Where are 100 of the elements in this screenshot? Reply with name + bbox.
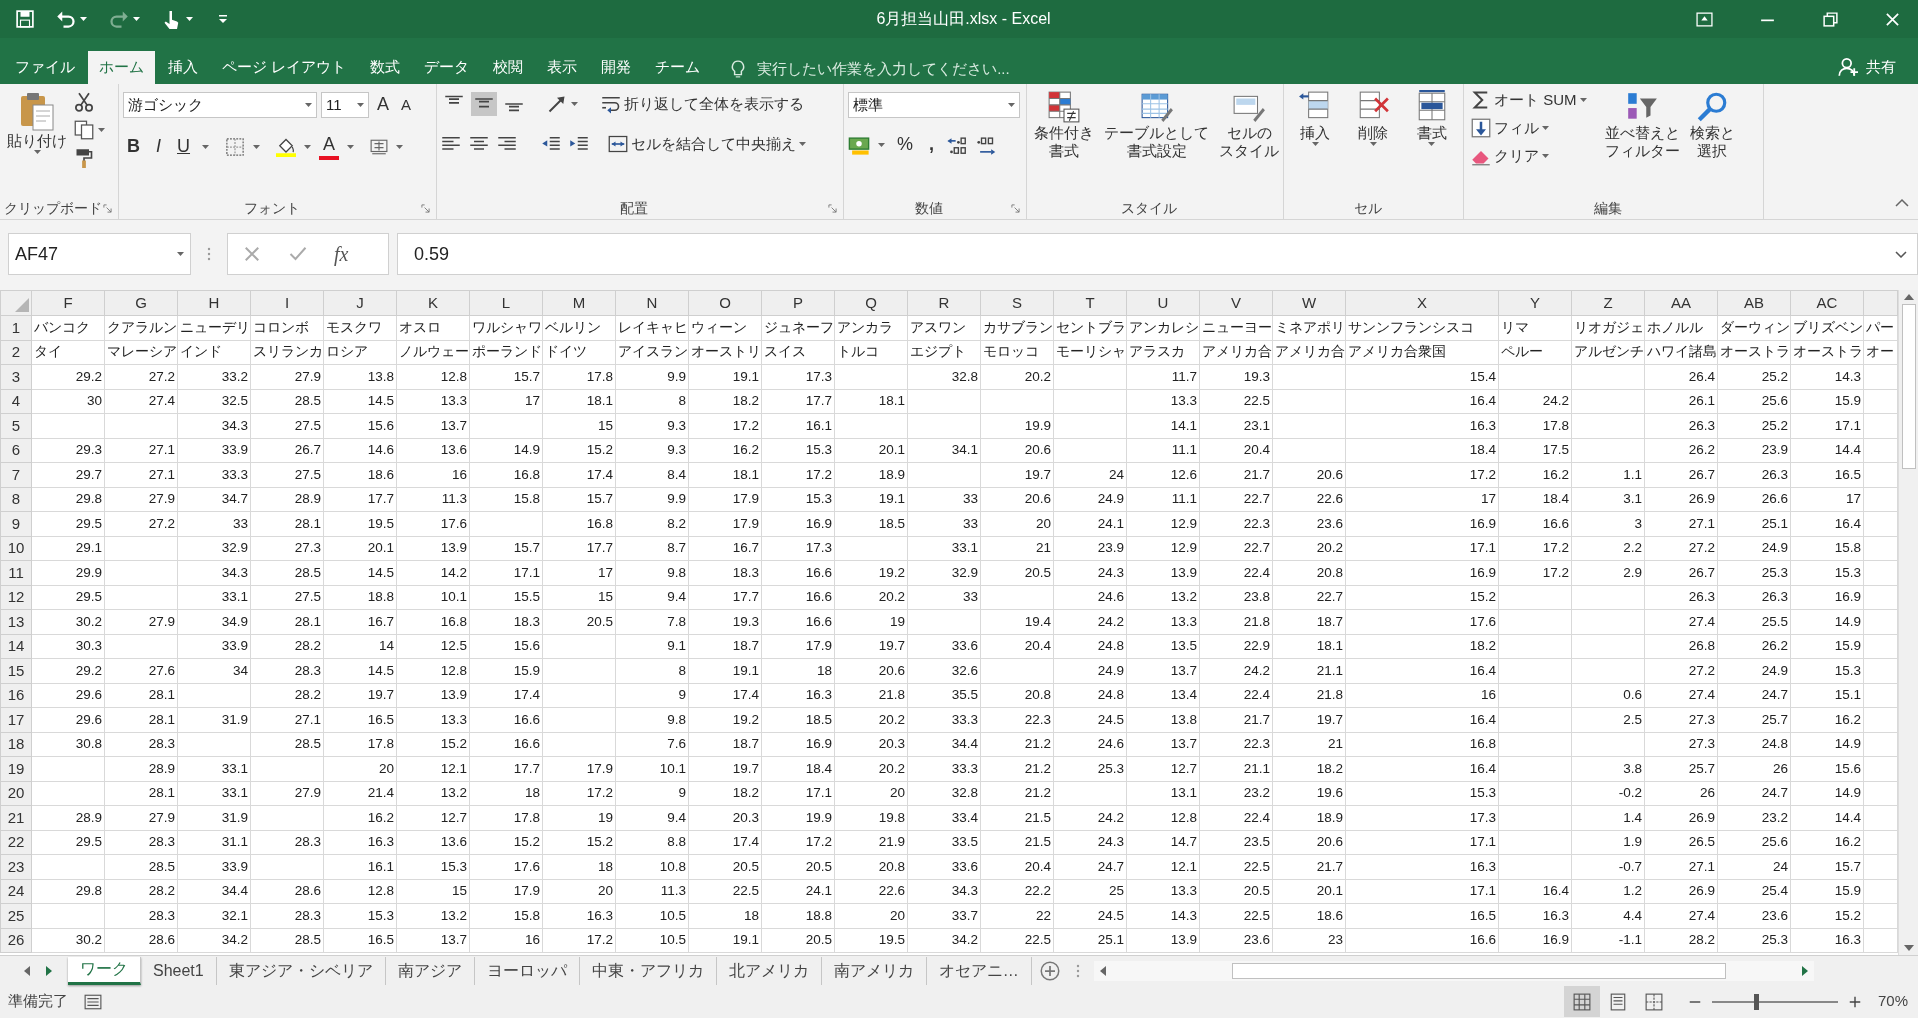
person-icon[interactable] xyxy=(1838,57,1858,78)
column-header[interactable]: G xyxy=(104,290,178,316)
column-header[interactable]: M xyxy=(542,290,616,316)
column-header[interactable]: S xyxy=(980,290,1054,316)
scrollbar-thumb[interactable] xyxy=(1901,304,1916,469)
column-header[interactable]: Q xyxy=(834,290,908,316)
ribbon-tab[interactable]: 開発 xyxy=(590,51,643,84)
ribbon-tab[interactable]: 数式 xyxy=(359,51,412,84)
row-header[interactable]: 14 xyxy=(0,634,32,659)
ribbon-tab[interactable]: 校閲 xyxy=(482,51,535,84)
row-header[interactable]: 8 xyxy=(0,487,32,512)
column-header[interactable]: V xyxy=(1199,290,1273,316)
column-header[interactable]: U xyxy=(1126,290,1200,316)
font-size-field[interactable]: 11 xyxy=(321,92,369,118)
scroll-up-icon[interactable] xyxy=(1903,294,1914,300)
name-box[interactable]: AF47 xyxy=(8,233,191,275)
border-icon[interactable] xyxy=(225,136,245,157)
column-header[interactable]: X xyxy=(1345,290,1499,316)
row-header[interactable]: 7 xyxy=(0,462,32,487)
column-header[interactable]: Z xyxy=(1571,290,1645,316)
dialog-launcher-icon[interactable] xyxy=(421,204,430,213)
row-header[interactable]: 17 xyxy=(0,707,32,732)
caret-icon[interactable] xyxy=(347,144,355,149)
column-header[interactable]: W xyxy=(1272,290,1346,316)
sheet-tab[interactable]: オセアニ… xyxy=(926,956,1032,985)
column-header[interactable]: K xyxy=(396,290,470,316)
column-header[interactable]: AC xyxy=(1790,290,1864,316)
row-header[interactable]: 13 xyxy=(0,609,32,634)
column-header[interactable]: AA xyxy=(1644,290,1718,316)
caret-icon[interactable] xyxy=(253,144,260,149)
ribbon-tab[interactable]: ホーム xyxy=(88,51,155,84)
column-header[interactable]: R xyxy=(907,290,981,316)
add-sheet-icon[interactable] xyxy=(1039,960,1060,981)
bold-button[interactable]: B xyxy=(123,136,144,158)
column-header[interactable]: I xyxy=(250,290,324,316)
format-as-table-button[interactable]: テーブルとして 書式設定 xyxy=(1101,88,1212,197)
scroll-down-icon[interactable] xyxy=(1903,945,1914,951)
zoom-in-icon[interactable] xyxy=(1847,994,1862,1009)
sheet-tab[interactable]: Sheet1 xyxy=(141,956,217,985)
copy-icon[interactable] xyxy=(74,120,94,140)
grid-view-button[interactable] xyxy=(1563,986,1600,1017)
row-header[interactable]: 24 xyxy=(0,879,32,904)
ribbon-tab[interactable]: 表示 xyxy=(536,51,589,84)
sheet-tab[interactable]: 北アメリカ xyxy=(716,956,822,985)
row-header[interactable]: 22 xyxy=(0,830,32,855)
previous-sheet-icon[interactable] xyxy=(24,965,30,976)
column-header[interactable]: F xyxy=(31,290,105,316)
save-icon[interactable] xyxy=(16,10,34,28)
undo-icon[interactable] xyxy=(56,9,76,29)
merge-button[interactable]: セルを結合して中央揃え xyxy=(605,132,809,156)
caret-icon[interactable] xyxy=(98,128,105,132)
paste-button[interactable]: 貼り付け xyxy=(4,88,70,197)
insert-function-button[interactable]: fx xyxy=(334,239,349,269)
row-header[interactable]: 6 xyxy=(0,438,32,463)
scroll-right-icon[interactable] xyxy=(1801,965,1808,976)
diagonal-arrow-icon[interactable] xyxy=(547,94,567,114)
cell-styles-button[interactable]: セルの スタイル xyxy=(1216,88,1282,197)
number-format-field[interactable]: 標準 xyxy=(848,92,1020,118)
comma-button[interactable]: , xyxy=(925,134,939,156)
row-header[interactable]: 11 xyxy=(0,560,32,585)
column-header[interactable]: N xyxy=(615,290,689,316)
column-header[interactable]: J xyxy=(323,290,397,316)
autosum-button[interactable]: オート SUM xyxy=(1468,88,1590,112)
caret-icon[interactable] xyxy=(878,143,885,147)
caret-icon[interactable] xyxy=(80,17,87,21)
format-button[interactable]: 書式 xyxy=(1411,88,1452,197)
dialog-launcher-icon[interactable] xyxy=(828,204,837,213)
row-header[interactable]: 26 xyxy=(0,928,32,953)
row-header[interactable]: 5 xyxy=(0,413,32,438)
phonetic-icon[interactable] xyxy=(370,137,389,156)
sheet-tab[interactable]: ヨーロッパ xyxy=(474,956,580,985)
ribbon-tab[interactable]: チーム xyxy=(644,51,712,84)
row-header[interactable]: 25 xyxy=(0,903,32,928)
paint-bucket-icon[interactable] xyxy=(276,136,296,157)
row-header[interactable]: 23 xyxy=(0,854,32,879)
banknote-icon[interactable] xyxy=(848,134,870,156)
caret-icon[interactable] xyxy=(571,102,578,106)
font-color-button[interactable]: A xyxy=(319,134,340,160)
column-header[interactable]: P xyxy=(761,290,835,316)
caret-icon[interactable] xyxy=(202,144,209,149)
redo-icon[interactable] xyxy=(109,9,129,29)
caret-icon[interactable] xyxy=(396,144,404,149)
ribbon-display-icon[interactable] xyxy=(1696,10,1713,28)
increase-decimal-icon[interactable] xyxy=(946,134,969,156)
share-label[interactable]: 共有 xyxy=(1866,56,1896,79)
row-header[interactable]: 10 xyxy=(0,536,32,561)
sheet-tab[interactable]: 東アジア・シベリア xyxy=(216,956,386,985)
find-select-button[interactable]: 検索と 選択 xyxy=(1686,88,1738,197)
row-header[interactable]: 1 xyxy=(0,315,32,340)
caret-icon[interactable] xyxy=(186,17,193,21)
wrap-text-button[interactable]: 折り返して全体を表示する xyxy=(598,92,807,116)
sheet-tab[interactable]: 南アジア xyxy=(385,956,475,985)
formula-field[interactable]: 0.59 xyxy=(397,233,1918,275)
ribbon-tab[interactable]: データ xyxy=(413,51,481,84)
insert-button[interactable]: 挿入 xyxy=(1295,88,1336,197)
restore-icon[interactable] xyxy=(1822,10,1839,28)
percent-button[interactable]: % xyxy=(893,134,917,156)
macro-icon[interactable] xyxy=(84,992,102,1011)
scroll-left-icon[interactable] xyxy=(1099,965,1106,976)
scrollbar-thumb[interactable] xyxy=(1231,962,1726,979)
